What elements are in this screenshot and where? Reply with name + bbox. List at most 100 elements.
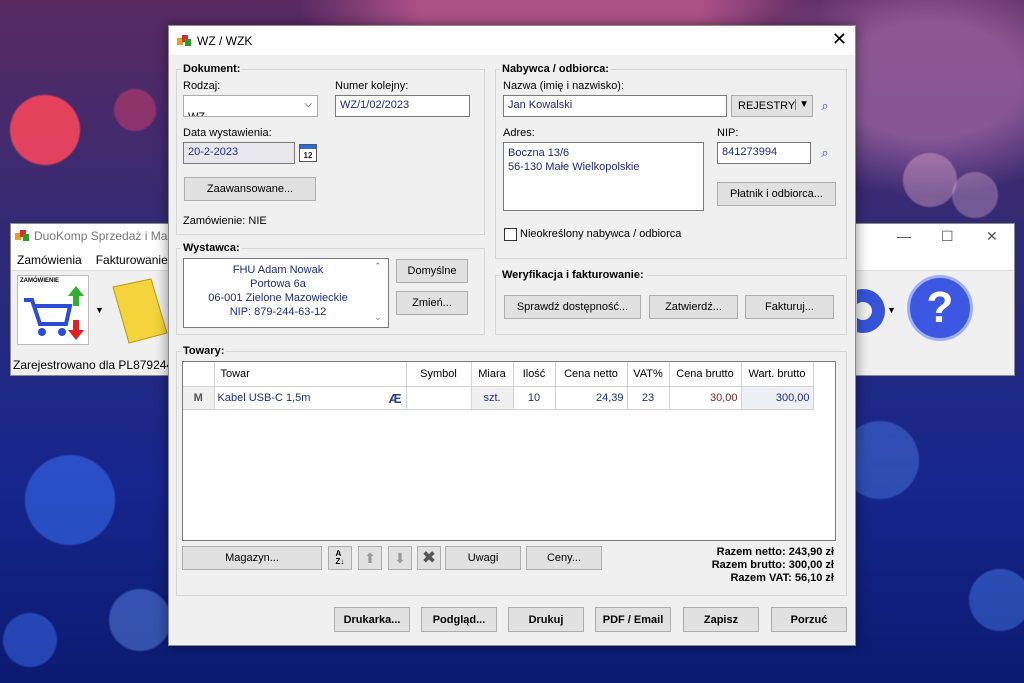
zaawansowane-button[interactable]: Zaawansowane... [184,177,316,201]
cell-cena-brutto[interactable]: 30,00 [669,386,742,410]
pdf-email-button[interactable]: PDF / Email [595,607,671,632]
dialog-close-button[interactable]: ✕ [832,30,847,48]
rodzaj-value: WZ [188,111,206,117]
app-logo-icon [177,35,191,47]
column-header-ilosc[interactable]: Ilość [513,362,556,387]
nazwa-input[interactable]: Jan Kowalski [503,95,727,117]
razem-brutto: Razem brutto: 300,00 zł [711,559,834,571]
towary-group-label: Towary: [181,345,227,357]
folder-icon [112,278,168,344]
column-header-towar[interactable]: Towar [214,362,407,387]
nabywca-group-label: Nabywca / odbiorca: [500,63,611,75]
column-header-symbol[interactable]: Symbol [406,362,472,387]
ae-flag-icon: Æ [388,390,402,406]
rodzaj-select[interactable]: WZ ⌵ [183,95,318,117]
nabywca-group: Nabywca / odbiorca: Nazwa (imię i nazwis… [495,63,847,259]
move-up-icon[interactable]: ⬆ [358,546,382,570]
move-down-icon[interactable]: ⬇ [388,546,412,570]
platnik-button[interactable]: Płatnik i odbiorca... [717,182,836,206]
drukuj-button[interactable]: Drukuj [508,607,584,632]
background-app-title: DuoKomp Sprzedaż i Mag [34,229,175,243]
razem-vat: Razem VAT: 56,10 zł [730,572,834,584]
menu-zamowienia[interactable]: Zamówienia [17,253,82,267]
domyslne-button[interactable]: Domyślne [396,259,468,283]
zatwierdz-button[interactable]: Zatwierdź... [649,295,738,319]
adres-textarea[interactable]: Boczna 13/6 56-130 Małe Wielkopolskie [503,142,704,211]
towary-table: Towar Symbol Miara Ilość Cena netto VAT%… [183,362,814,410]
wystawca-text: FHU Adam Nowak Portowa 6a 06-001 Zielone… [183,258,389,328]
nieokreslony-label: Nieokreślony nabywca / odbiorca [520,228,682,240]
calendar-day: 12 [303,150,313,160]
sprawdz-dostepnosc-button[interactable]: Sprawdź dostępność... [504,295,641,319]
column-header-vat[interactable]: VAT% [627,362,670,387]
ceny-button[interactable]: Ceny... [526,546,602,570]
table-row[interactable]: M Kabel USB-C 1,5m Æ szt. 10 24,39 23 30… [183,386,814,410]
column-header-miara[interactable]: Miara [471,362,514,387]
scroll-down-icon[interactable]: ⌄ [374,312,382,323]
cell-vat[interactable]: 23 [627,386,670,410]
porzuc-button[interactable]: Porzuć [771,607,847,632]
weryfikacja-group-label: Weryfikacja i fakturowanie: [500,269,646,281]
column-header-wart-brutto[interactable]: Wart. brutto [741,362,814,387]
maximize-icon[interactable]: ☐ [941,228,954,245]
calendar-icon[interactable]: 12 [299,144,317,162]
zamowienie-status: Zamówienie: NIE [183,215,267,227]
zapisz-button[interactable]: Zapisz [683,607,759,632]
row-marker: M [183,386,215,410]
cart-icon [24,286,84,340]
sort-az-icon[interactable]: A Z↓ [328,546,352,570]
chevron-down-icon[interactable]: ▼ [95,305,104,315]
column-header-cena-netto[interactable]: Cena netto [555,362,628,387]
magazyn-button[interactable]: Magazyn... [182,546,322,570]
rejestry-button[interactable]: REJESTRY ▼ [731,95,813,117]
chevron-down-icon[interactable]: ▼ [887,305,896,315]
scroll-up-icon[interactable]: ⌃ [374,261,382,272]
help-icon[interactable]: ? [907,275,973,341]
uwagi-button[interactable]: Uwagi [445,546,521,570]
dokument-group: Dokument: Rodzaj: WZ ⌵ Numer kolejny: WZ… [176,63,485,235]
data-label: Data wystawienia: [183,127,272,139]
app-logo-icon [15,230,29,242]
zamowienie-tool-button[interactable]: ZAMÓWIENIE [17,275,89,345]
nip-input[interactable]: 841273994 [717,142,811,164]
delete-icon[interactable]: ✖ [417,546,441,570]
totals: Razem netto: 243,90 zł Razem brutto: 300… [712,546,834,585]
calendar-top-bar [300,145,316,149]
table-header-row: Towar Symbol Miara Ilość Cena netto VAT%… [183,362,814,387]
binoculars-search-icon[interactable]: ⌕ [816,143,834,163]
nazwa-label: Nazwa (imię i nazwisko): [503,80,625,92]
rejestry-label: REJESTRY [738,100,796,112]
cell-ilosc[interactable]: 10 [513,386,556,410]
nip-label: NIP: [717,127,739,139]
cell-symbol[interactable] [406,386,472,410]
wystawca-group: Wystawca: FHU Adam Nowak Portowa 6a 06-0… [176,242,485,335]
cell-wart-brutto[interactable]: 300,00 [741,386,814,410]
razem-netto: Razem netto: 243,90 zł [716,546,834,558]
nieokreslony-checkbox[interactable] [504,228,517,241]
dokument-group-label: Dokument: [181,63,243,75]
numer-input[interactable]: WZ/1/02/2023 [335,95,470,117]
menu-fakturowanie[interactable]: Fakturowanie [96,253,168,267]
cell-miara[interactable]: szt. [471,386,514,410]
adres-label: Adres: [503,127,535,139]
binoculars-search-icon[interactable]: ⌕ [816,96,834,116]
dialog-title: WZ / WZK [197,34,253,48]
podglad-button[interactable]: Podgląd... [421,607,497,632]
cell-cena-netto[interactable]: 24,39 [555,386,628,410]
cell-towar[interactable]: Kabel USB-C 1,5m Æ [214,386,407,410]
zmien-button[interactable]: Zmień... [396,291,468,315]
column-header-marker [183,362,215,387]
close-icon[interactable]: ✕ [986,228,998,245]
chevron-down-icon: ⌵ [304,99,312,110]
registration-status: Zarejestrowano dla PL879244 [13,358,174,372]
cell-towar-text: Kabel USB-C 1,5m [217,391,311,404]
fakturuj-button[interactable]: Fakturuj... [745,295,834,319]
drukarka-button[interactable]: Drukarka... [334,607,410,632]
weryfikacja-group: Weryfikacja i fakturowanie: Sprawdź dost… [495,269,847,335]
numer-label: Numer kolejny: [335,80,409,92]
column-header-cena-brutto[interactable]: Cena brutto [669,362,742,387]
data-input[interactable]: 20-2-2023 [183,142,295,164]
dropdown-arrow-icon: ▼ [795,99,809,110]
rodzaj-label: Rodzaj: [183,80,221,92]
minimize-icon[interactable]: — [897,228,911,244]
